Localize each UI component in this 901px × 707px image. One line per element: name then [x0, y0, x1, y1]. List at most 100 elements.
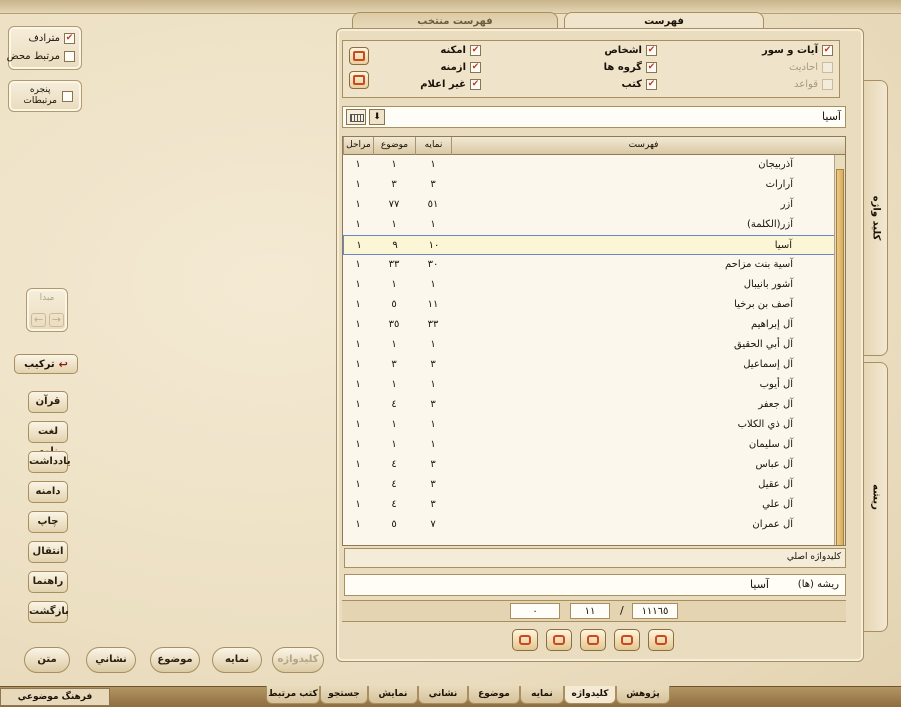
pure-related-checkbox[interactable]	[64, 51, 75, 62]
back-button[interactable]: بازگشت	[28, 601, 69, 623]
dictionary-button[interactable]: لغت نامه	[28, 421, 68, 457]
table-row[interactable]: ١ ٤ ٣ آل عقيل	[343, 475, 835, 495]
bottom-tab-display[interactable]: نمايش	[368, 686, 418, 704]
deselect-all-button[interactable]	[349, 71, 369, 89]
bottom-tab-keyword[interactable]: كليدواژه	[564, 686, 616, 704]
filter-verses-label: آيات و سور	[761, 45, 818, 56]
filter-places[interactable]: ✔ امكنه	[440, 45, 481, 56]
undo-arrow-icon: ↩	[58, 357, 68, 371]
tab-root-side[interactable]: ريشه	[864, 362, 888, 632]
filters-box: ✔ آيات و سور احاديث قواعد ✔ اشخاص ✔ گروه…	[342, 40, 840, 98]
table-row[interactable]: ١ ٤ ٣ آل جعفر	[343, 395, 835, 415]
related-window-box[interactable]: پنجره مرتبطات	[8, 80, 82, 112]
quran-button[interactable]: قرآن	[28, 391, 68, 413]
pill-text[interactable]: متن	[24, 647, 70, 673]
left-arrow-button[interactable]: ←	[31, 313, 46, 327]
table-row[interactable]: ١ ٣٥ ٣٣ آل إبراهيم	[343, 315, 835, 335]
filter-groups[interactable]: ✔ گروه ها	[604, 62, 657, 73]
transfer-button[interactable]: انتقال	[28, 541, 68, 563]
table-row[interactable]: ١ ٥ ٧ آل عمران	[343, 515, 835, 535]
filter-books-checkbox[interactable]: ✔	[646, 79, 657, 90]
cell-level: ١	[355, 299, 361, 310]
table-row[interactable]: ١ ١ ١ آل سليمان	[343, 435, 835, 455]
pill-occurrence[interactable]: نمايه	[212, 647, 262, 673]
header-topic[interactable]: موضوع	[373, 137, 415, 155]
counter-current[interactable]: ١١	[570, 603, 610, 619]
filter-times[interactable]: ✔ ازمنه	[440, 62, 481, 73]
tab-keyword-side[interactable]: كليد واژه	[864, 80, 888, 356]
bottom-tab-address[interactable]: نشاني	[418, 686, 468, 704]
vertical-scrollbar[interactable]	[834, 155, 845, 545]
table-row[interactable]: ١ ١ ١ آل أبي الحقيق	[343, 335, 835, 355]
bottom-tab-topic[interactable]: موضوع	[468, 686, 520, 704]
step-button-5[interactable]	[648, 629, 674, 651]
table-row[interactable]: ١ ٤ ٣ آل عباس	[343, 455, 835, 475]
table-row[interactable]: ١ ٧٧ ٥١ آزر	[343, 195, 835, 215]
table-row[interactable]: ١ ٥ ١١ آصف بن برخيا	[343, 295, 835, 315]
filter-rules[interactable]: قواعد	[794, 79, 833, 90]
table-row[interactable]: ١ ١ ١ آل أيوب	[343, 375, 835, 395]
print-button[interactable]: چاپ	[28, 511, 68, 533]
table-row[interactable]: ١ ١ ١ آزر(الكلمة)	[343, 215, 835, 235]
cell-level: ١	[355, 379, 361, 390]
filter-persons[interactable]: ✔ اشخاص	[604, 45, 657, 56]
header-index[interactable]: فهرست	[451, 137, 835, 155]
roots-field: ريشه (ها) آسيا	[344, 574, 846, 596]
roots-value[interactable]: آسيا	[750, 578, 769, 591]
pill-address[interactable]: نشاني	[86, 647, 136, 673]
related-window-checkbox[interactable]	[62, 91, 73, 102]
cell-topic: ٥	[391, 519, 397, 530]
search-options-button[interactable]: ⬇	[369, 109, 385, 125]
search-input[interactable]: آسيا	[391, 107, 841, 127]
filter-groups-checkbox[interactable]: ✔	[646, 62, 657, 73]
header-occurrence[interactable]: نمايه	[415, 137, 451, 155]
table-row[interactable]: ١ ٣ ٣ آرارات	[343, 175, 835, 195]
bottom-tab-related-books[interactable]: كتب مرتبط	[266, 686, 320, 704]
table-row[interactable]: ١ ٣٣ ٣٠ آسية بنت مزاحم	[343, 255, 835, 275]
filter-hadith-checkbox[interactable]	[822, 62, 833, 73]
bottom-tab-research[interactable]: پژوهش	[616, 686, 670, 704]
cell-name: آل جعفر	[758, 399, 793, 410]
guide-button[interactable]: راهنما	[28, 571, 68, 593]
root-keyword-field[interactable]: كليدواژه اصلي	[344, 548, 846, 568]
table-row[interactable]: ١ ٤ ٣ آل علي	[343, 495, 835, 515]
pill-topic[interactable]: موضوع	[150, 647, 200, 673]
counter-separator: /	[620, 604, 624, 617]
step-button-2[interactable]	[546, 629, 572, 651]
filter-places-checkbox[interactable]: ✔	[470, 45, 481, 56]
filter-non-proper[interactable]: ✔ غير اعلام	[420, 79, 481, 90]
filter-verses-checkbox[interactable]: ✔	[822, 45, 833, 56]
pill-keyword[interactable]: كليدواژه	[272, 647, 324, 673]
select-all-button[interactable]	[349, 47, 369, 65]
scrollbar-thumb[interactable]	[836, 169, 844, 545]
table-row[interactable]: ١ ١ ١ آشور بانيبال	[343, 275, 835, 295]
table-row[interactable]: ١ ٣ ٣ آل إسماعيل	[343, 355, 835, 375]
filter-times-checkbox[interactable]: ✔	[470, 62, 481, 73]
bottom-tab-search[interactable]: جستجو	[320, 686, 368, 704]
cell-level: ١	[355, 219, 361, 230]
synonym-option[interactable]: ✔ مترادف	[29, 33, 75, 44]
table-row[interactable]: ١ ٩ ١٠ آسيا	[343, 235, 835, 255]
right-arrow-button[interactable]: →	[49, 313, 64, 327]
step-button-1[interactable]	[512, 629, 538, 651]
step-button-3[interactable]	[580, 629, 606, 651]
table-row[interactable]: ١ ١ ١ آل ذي الكلاب	[343, 415, 835, 435]
cell-topic: ٤	[391, 399, 397, 410]
compose-button[interactable]: تركيب ↩	[14, 354, 78, 374]
pure-related-option[interactable]: مرتبط محض	[7, 51, 75, 62]
filter-non-proper-checkbox[interactable]: ✔	[470, 79, 481, 90]
filter-hadith[interactable]: احاديث	[789, 62, 833, 73]
filter-verses[interactable]: ✔ آيات و سور	[762, 45, 833, 56]
table-row[interactable]: ١ ١ ١ آذربيجان	[343, 155, 835, 175]
step-button-4[interactable]	[614, 629, 640, 651]
header-level[interactable]: مراحل	[343, 137, 373, 155]
synonym-checkbox[interactable]: ✔	[64, 33, 75, 44]
keyboard-icon[interactable]	[346, 109, 366, 125]
scope-button[interactable]: دامنه	[28, 481, 68, 503]
filter-persons-checkbox[interactable]: ✔	[646, 45, 657, 56]
bottom-tab-occurrence[interactable]: نمايه	[520, 686, 564, 704]
counter-zero[interactable]: ٠	[510, 603, 560, 619]
filter-rules-checkbox[interactable]	[822, 79, 833, 90]
notes-button[interactable]: يادداشت	[28, 451, 71, 473]
filter-books[interactable]: ✔ كتب	[622, 79, 657, 90]
